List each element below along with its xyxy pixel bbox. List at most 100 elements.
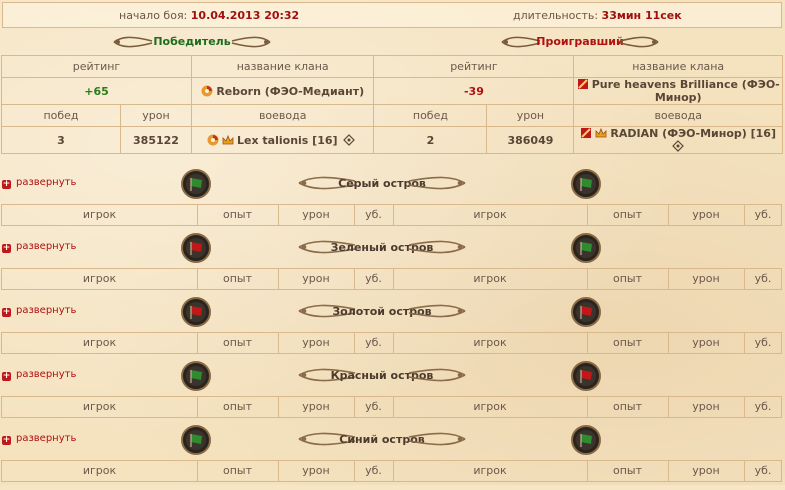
- loser-damage: 386049: [486, 126, 575, 154]
- clan-banner-icon: [577, 79, 588, 89]
- loser-clan-name: Pure heavens Brilliance (ФЭО-Минор): [591, 78, 780, 104]
- col-kills: уб.: [754, 400, 772, 413]
- battle-summary-table: рейтинг название клана рейтинг название …: [1, 55, 783, 154]
- expand-link[interactable]: + развернуть: [2, 241, 76, 253]
- winner-commander-name: Lex talionis [16]: [237, 133, 338, 147]
- col-exp: опыт: [612, 336, 642, 349]
- plus-icon: +: [2, 243, 11, 253]
- col-damage: урон: [302, 272, 330, 285]
- island-section: + развернуть Золотой остров игрок опыт урон у…: [0, 297, 785, 362]
- green-flag-icon: [181, 425, 211, 455]
- col-player: игрок: [473, 400, 507, 413]
- red-flag-icon: [181, 233, 211, 263]
- winner-rating: +65: [1, 77, 192, 105]
- loser-commander[interactable]: RADIAN (ФЭО-Минор) [16]: [573, 126, 783, 154]
- expand-link[interactable]: + развернуть: [2, 305, 76, 317]
- island-section: + развернуть Серый остров игрок опыт урон уб.…: [0, 169, 785, 234]
- winner-ribbon: Победитель: [112, 32, 272, 52]
- island-section: + развернуть Красный остров игрок опыт урон у…: [0, 361, 785, 426]
- plus-icon: +: [2, 435, 11, 445]
- info-icon[interactable]: [671, 140, 684, 152]
- loser-commander-name: RADIAN (ФЭО-Минор) [16]: [610, 127, 776, 140]
- col-exp: опыт: [222, 208, 252, 221]
- col-player: игрок: [473, 464, 507, 477]
- plus-icon: +: [2, 179, 11, 189]
- col-exp: опыт: [222, 400, 252, 413]
- ornament-right-icon: [408, 432, 466, 446]
- col-kills: уб.: [365, 464, 382, 477]
- battle-start: начало боя: 10.04.2013 20:32: [119, 9, 300, 22]
- ornament-right-icon: [231, 36, 271, 48]
- ornament-right-icon: [408, 368, 466, 382]
- clan-emblem-icon: [201, 85, 213, 96]
- green-flag-icon: [181, 169, 211, 199]
- col-player: игрок: [82, 272, 117, 285]
- col-exp: опыт: [612, 272, 642, 285]
- col-exp: опыт: [222, 464, 252, 477]
- col-wins: побед: [373, 104, 488, 127]
- col-kills: уб.: [754, 272, 772, 285]
- col-commander: воевода: [190, 104, 375, 127]
- island-players-table: игрок опыт урон уб. игрок опыт урон уб.: [1, 204, 782, 226]
- expand-link[interactable]: + развернуть: [2, 369, 76, 381]
- battle-header: начало боя: 10.04.2013 20:32 длительност…: [2, 2, 782, 28]
- col-damage: урон: [692, 400, 720, 413]
- island-title: Зеленый остров: [297, 234, 467, 260]
- crown-icon: [222, 134, 234, 144]
- col-damage: урон: [302, 464, 330, 477]
- col-kills: уб.: [754, 336, 772, 349]
- island-players-table: игрок опыт урон уб. игрок опыт урон уб.: [1, 396, 782, 418]
- red-flag-icon: [571, 297, 601, 327]
- col-kills: уб.: [754, 464, 772, 477]
- col-player: игрок: [82, 208, 117, 221]
- red-flag-icon: [571, 361, 601, 391]
- island-players-table: игрок опыт урон уб. игрок опыт урон уб.: [1, 268, 782, 290]
- island-title: Серый остров: [297, 170, 467, 196]
- col-rating: рейтинг: [373, 55, 575, 78]
- winner-wins: 3: [1, 126, 121, 154]
- green-flag-icon: [571, 233, 601, 263]
- winner-clan[interactable]: Reborn (ФЭО-Медиант): [190, 77, 375, 105]
- island-title: Красный остров: [297, 362, 467, 388]
- ornament-right-icon: [408, 176, 466, 190]
- col-damage: урон: [302, 208, 330, 221]
- island-players-table: игрок опыт урон уб. игрок опыт урон уб.: [1, 332, 782, 354]
- plus-icon: +: [2, 307, 11, 317]
- expand-link[interactable]: + развернуть: [2, 177, 76, 189]
- island-section: + развернуть Зеленый остров игрок опыт урон у…: [0, 233, 785, 298]
- ornament-right-icon: [408, 240, 466, 254]
- col-damage: урон: [692, 336, 720, 349]
- island-section: + развернуть Синий остров игрок опыт урон уб.…: [0, 425, 785, 490]
- col-player: игрок: [82, 400, 117, 413]
- expand-link[interactable]: + развернуть: [2, 433, 76, 445]
- loser-clan[interactable]: Pure heavens Brilliance (ФЭО-Минор): [573, 77, 783, 105]
- loser-wins: 2: [373, 126, 488, 154]
- col-exp: опыт: [222, 272, 252, 285]
- loser-label: Проигравший: [536, 35, 624, 48]
- winner-label: Победитель: [153, 35, 231, 48]
- island-title: Золотой остров: [297, 298, 467, 324]
- crown-icon: [596, 127, 607, 138]
- ornament-right-icon: [408, 304, 466, 318]
- col-clan: название клана: [573, 55, 783, 78]
- col-kills: уб.: [365, 208, 382, 221]
- col-damage: урон: [692, 208, 720, 221]
- col-player: игрок: [473, 272, 507, 285]
- col-commander: воевода: [573, 104, 783, 127]
- col-rating: рейтинг: [1, 55, 192, 78]
- col-damage: урон: [486, 104, 575, 127]
- col-wins: побед: [1, 104, 121, 127]
- col-kills: уб.: [754, 208, 772, 221]
- island-players-table: игрок опыт урон уб. игрок опыт урон уб.: [1, 460, 782, 482]
- col-damage: урон: [302, 400, 330, 413]
- info-icon[interactable]: [343, 133, 356, 146]
- col-damage: урон: [302, 336, 330, 349]
- col-player: игрок: [82, 336, 117, 349]
- red-flag-icon: [181, 297, 211, 327]
- loser-ribbon: Проигравший: [500, 32, 660, 52]
- col-damage: урон: [692, 464, 720, 477]
- clan-emblem-icon: [207, 134, 219, 145]
- col-player: игрок: [82, 464, 117, 477]
- winner-commander[interactable]: Lex talionis [16]: [190, 126, 375, 154]
- col-exp: опыт: [612, 208, 642, 221]
